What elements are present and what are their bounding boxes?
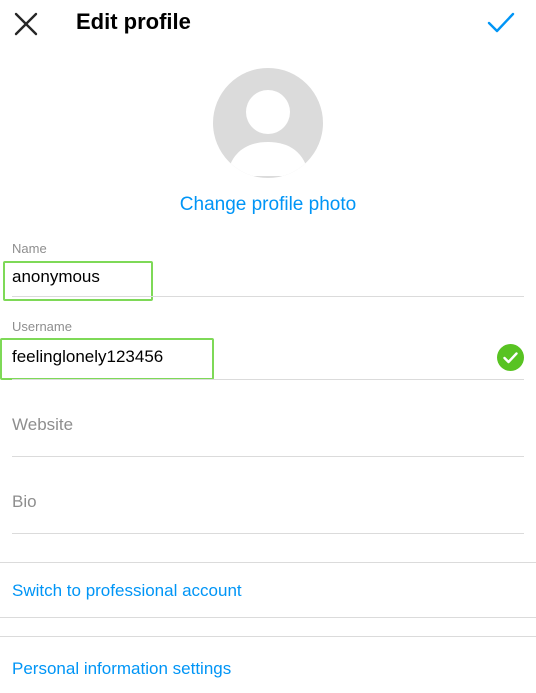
check-circle-icon [503,352,518,364]
website-input[interactable]: Website [12,414,73,436]
username-highlight-box [0,338,214,380]
name-underline [12,296,524,297]
username-underline [12,379,524,380]
section-divider [0,562,536,563]
username-valid-badge [497,344,524,371]
top-bar: Edit profile [0,0,536,46]
section-divider [0,636,536,637]
page-title: Edit profile [76,9,191,34]
switch-professional-link[interactable]: Switch to professional account [12,580,242,602]
default-avatar-icon [227,90,309,176]
change-profile-photo-button[interactable]: Change profile photo [0,192,536,218]
name-highlight-box [3,261,153,301]
profile-avatar[interactable] [213,68,323,178]
username-label: Username [12,319,72,334]
bio-underline [12,533,524,534]
done-button[interactable] [484,8,518,38]
name-label: Name [12,241,47,256]
checkmark-icon [487,12,515,33]
section-divider [0,617,536,618]
website-underline [12,456,524,457]
personal-info-settings-link[interactable]: Personal information settings [12,658,231,680]
bio-input[interactable]: Bio [12,491,37,513]
close-icon [14,12,38,36]
close-button[interactable] [10,8,42,40]
